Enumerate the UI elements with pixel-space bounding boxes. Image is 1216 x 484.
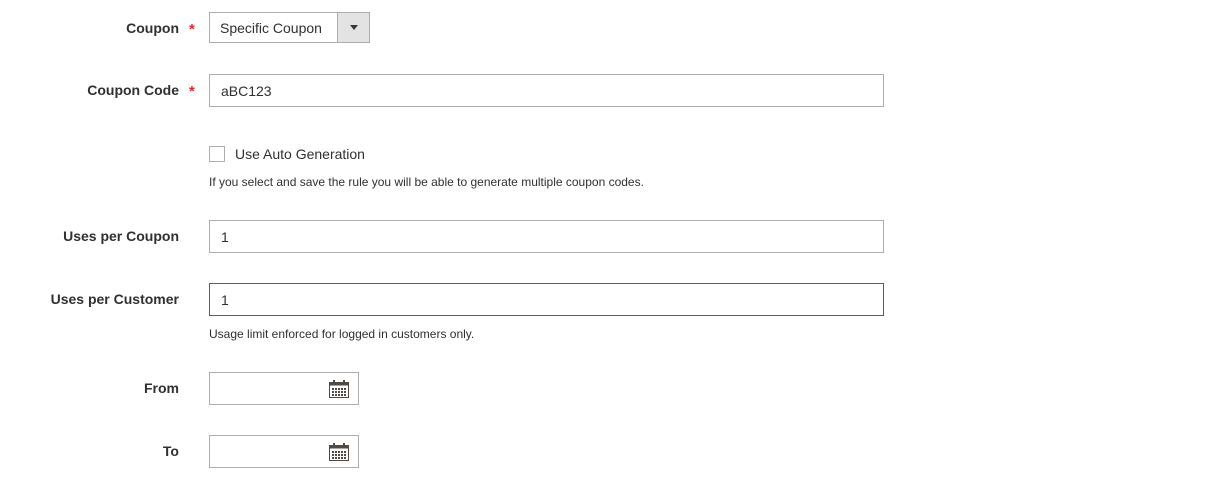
coupon-code-value: aBC123	[221, 82, 272, 99]
uses-per-coupon-value: 1	[221, 228, 229, 245]
from-date-input[interactable]	[209, 372, 359, 405]
uses-per-coupon-label: Uses per Coupon	[63, 228, 179, 244]
uses-per-customer-input[interactable]: 1	[209, 283, 884, 316]
chevron-down-icon	[349, 25, 358, 30]
coupon-select-value: Specific Coupon	[220, 19, 322, 36]
coupon-code-input[interactable]: aBC123	[209, 74, 884, 107]
coupon-required-mark: *	[189, 21, 195, 38]
from-date-label: From	[144, 380, 179, 396]
coupon-code-label: Coupon Code	[87, 82, 179, 98]
uses-per-customer-value: 1	[221, 291, 229, 308]
uses-per-customer-label: Uses per Customer	[50, 291, 179, 307]
coupon-label: Coupon	[126, 20, 179, 36]
coupon-select-toggle[interactable]	[337, 13, 369, 42]
coupon-code-required-mark: *	[189, 83, 195, 100]
calendar-icon[interactable]	[329, 380, 349, 398]
to-date-input[interactable]	[209, 435, 359, 468]
auto-generation-note: If you select and save the rule you will…	[209, 175, 644, 189]
auto-generation-checkbox[interactable]	[209, 146, 225, 162]
uses-per-customer-note: Usage limit enforced for logged in custo…	[209, 327, 475, 341]
auto-generation-label[interactable]: Use Auto Generation	[235, 146, 365, 162]
calendar-icon[interactable]	[329, 443, 349, 461]
to-date-label: To	[162, 443, 179, 459]
coupon-select[interactable]: Specific Coupon	[209, 12, 370, 43]
uses-per-coupon-input[interactable]: 1	[209, 220, 884, 253]
